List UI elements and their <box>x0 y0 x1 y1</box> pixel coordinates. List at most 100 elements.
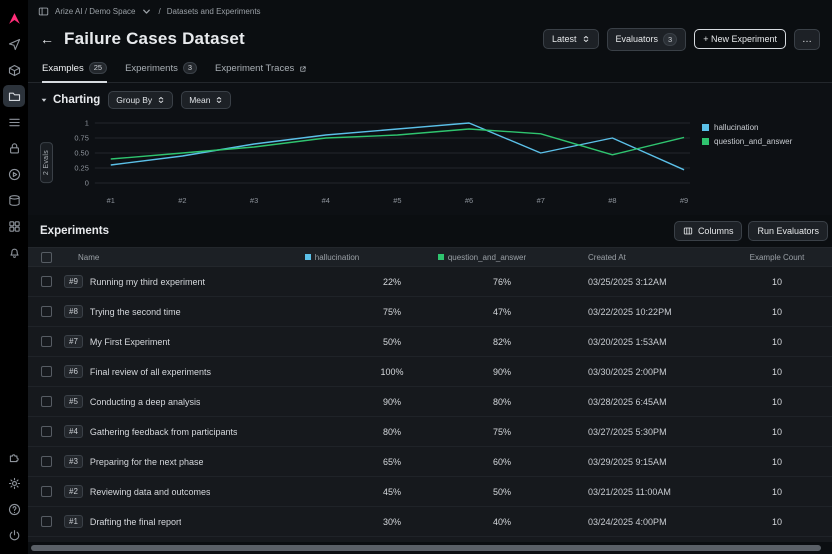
row-checkbox[interactable] <box>41 456 52 467</box>
play-circle-icon[interactable] <box>3 163 25 185</box>
chevron-down-icon <box>215 96 223 104</box>
experiment-name[interactable]: Drafting the final report <box>90 517 182 527</box>
tab-experiments[interactable]: Experiments3 <box>125 62 197 83</box>
legend-item-question_and_answer[interactable]: question_and_answer <box>702 137 820 146</box>
table-row[interactable]: #1Drafting the final report30%40%03/24/2… <box>28 507 832 537</box>
row-checkbox[interactable] <box>41 366 52 377</box>
row-checkbox-cell <box>28 456 64 467</box>
row-checkbox[interactable] <box>41 306 52 317</box>
table-row[interactable]: #7My First Experiment50%82%03/20/2025 1:… <box>28 327 832 357</box>
package-icon[interactable] <box>3 59 25 81</box>
created-at: 03/24/2025 4:00PM <box>562 517 722 527</box>
evaluators-button[interactable]: Evaluators 3 <box>607 28 687 51</box>
row-checkbox[interactable] <box>41 516 52 527</box>
horizontal-scrollbar[interactable] <box>28 542 832 554</box>
charting-title[interactable]: Charting <box>40 94 100 106</box>
folder-icon[interactable] <box>3 85 25 107</box>
experiments-table-body: #9Running my third experiment22%76%03/25… <box>28 267 832 542</box>
experiment-name[interactable]: Running my third experiment <box>90 277 205 287</box>
grid-icon[interactable] <box>3 215 25 237</box>
group-by-select[interactable]: Group By <box>108 91 173 109</box>
experiment-name-cell: #1 Drafting the final report <box>64 515 262 528</box>
row-checkbox-cell <box>28 336 64 347</box>
list-icon[interactable] <box>3 111 25 133</box>
experiment-name[interactable]: Gathering feedback from participants <box>90 427 238 437</box>
column-header-hallucination[interactable]: hallucination <box>262 253 402 262</box>
experiments-header: Experiments Columns Run Evaluators <box>28 215 832 247</box>
scrollbar-thumb[interactable] <box>31 545 821 551</box>
gear-icon[interactable] <box>3 472 25 494</box>
table-row[interactable]: #2Reviewing data and outcomes45%50%03/21… <box>28 477 832 507</box>
column-header-created-at[interactable]: Created At <box>562 253 722 262</box>
table-header: Name hallucination question_and_answer C… <box>28 247 832 267</box>
evals-chart: 00.250.500.751#1#2#3#4#5#6#7#8#9 <box>59 115 696 211</box>
row-checkbox[interactable] <box>41 486 52 497</box>
question-and-answer-score: 60% <box>402 457 562 467</box>
hallucination-score: 30% <box>262 517 402 527</box>
experiment-name-cell: #4Gathering feedback from participants <box>64 425 262 438</box>
experiment-name-cell: #6Final review of all experiments <box>64 365 262 378</box>
help-icon[interactable] <box>3 498 25 520</box>
run-evaluators-button[interactable]: Run Evaluators <box>748 221 828 241</box>
table-row[interactable]: #9Running my third experiment22%76%03/25… <box>28 267 832 297</box>
svg-text:#1: #1 <box>107 196 115 205</box>
tab-label: Examples <box>42 63 84 74</box>
evals-panel-toggle[interactable]: 2 Evals <box>40 142 53 183</box>
sidebar <box>0 0 28 554</box>
experiment-name[interactable]: Preparing for the next phase <box>90 457 204 467</box>
row-checkbox[interactable] <box>41 396 52 407</box>
new-experiment-button[interactable]: + New Experiment <box>694 29 786 49</box>
experiment-name-cell: #5Conducting a deep analysis <box>64 395 262 408</box>
column-header-example-count[interactable]: Example Count <box>722 253 832 262</box>
lock-icon[interactable] <box>3 137 25 159</box>
row-checkbox[interactable] <box>41 336 52 347</box>
experiment-id-badge: #1 <box>64 515 83 528</box>
hallucination-swatch <box>305 254 311 260</box>
tab-experiment-traces[interactable]: Experiment Traces <box>215 63 307 83</box>
group-by-label: Group By <box>116 95 152 105</box>
aggregation-select[interactable]: Mean <box>181 91 231 109</box>
overflow-menu-button[interactable]: … <box>794 29 820 50</box>
experiment-name[interactable]: Conducting a deep analysis <box>90 397 201 407</box>
table-row[interactable]: #4Gathering feedback from participants80… <box>28 417 832 447</box>
send-icon[interactable] <box>3 33 25 55</box>
question-and-answer-score: 75% <box>402 427 562 437</box>
bell-icon[interactable] <box>3 241 25 263</box>
breadcrumb-org[interactable]: Arize AI / Demo Space <box>55 7 135 16</box>
experiment-name[interactable]: Trying the second time <box>90 307 181 317</box>
experiment-name[interactable]: Final review of all experiments <box>90 367 211 377</box>
created-at: 03/30/2025 2:00PM <box>562 367 722 377</box>
power-icon[interactable] <box>3 524 25 546</box>
table-row[interactable]: #3Preparing for the next phase65%60%03/2… <box>28 447 832 477</box>
row-checkbox-cell <box>28 426 64 437</box>
row-checkbox[interactable] <box>41 276 52 287</box>
database-icon[interactable] <box>3 189 25 211</box>
select-all-checkbox[interactable] <box>41 252 52 263</box>
table-row[interactable]: #8Trying the second time75%47%03/22/2025… <box>28 297 832 327</box>
chevron-down-icon[interactable] <box>141 6 152 17</box>
question-and-answer-score: 50% <box>402 487 562 497</box>
column-header-question-and-answer[interactable]: question_and_answer <box>402 253 562 262</box>
arize-logo[interactable] <box>3 7 25 29</box>
table-row[interactable]: #6Final review of all experiments100%90%… <box>28 357 832 387</box>
back-button[interactable]: ← <box>40 32 54 46</box>
legend-item-hallucination[interactable]: hallucination <box>702 123 820 132</box>
panel-toggle-icon[interactable] <box>38 6 49 17</box>
experiment-name-cell: #2Reviewing data and outcomes <box>64 485 262 498</box>
experiment-name[interactable]: My First Experiment <box>90 337 170 347</box>
row-checkbox[interactable] <box>41 426 52 437</box>
column-header-name[interactable]: Name <box>64 253 262 262</box>
evaluators-count-badge: 3 <box>663 33 677 46</box>
triangle-down-icon <box>40 96 48 104</box>
columns-button[interactable]: Columns <box>674 221 743 241</box>
example-count: 10 <box>722 337 832 347</box>
example-count: 10 <box>722 367 832 377</box>
experiment-name[interactable]: Reviewing data and outcomes <box>90 487 211 497</box>
tab-examples[interactable]: Examples25 <box>42 62 107 83</box>
table-row[interactable]: #5Conducting a deep analysis90%80%03/28/… <box>28 387 832 417</box>
latest-select[interactable]: Latest <box>543 29 599 49</box>
puzzle-icon[interactable] <box>3 446 25 468</box>
breadcrumb-page[interactable]: Datasets and Experiments <box>167 7 261 16</box>
experiments-actions: Columns Run Evaluators <box>674 221 828 241</box>
breadcrumb: Arize AI / Demo Space / Datasets and Exp… <box>28 0 832 22</box>
